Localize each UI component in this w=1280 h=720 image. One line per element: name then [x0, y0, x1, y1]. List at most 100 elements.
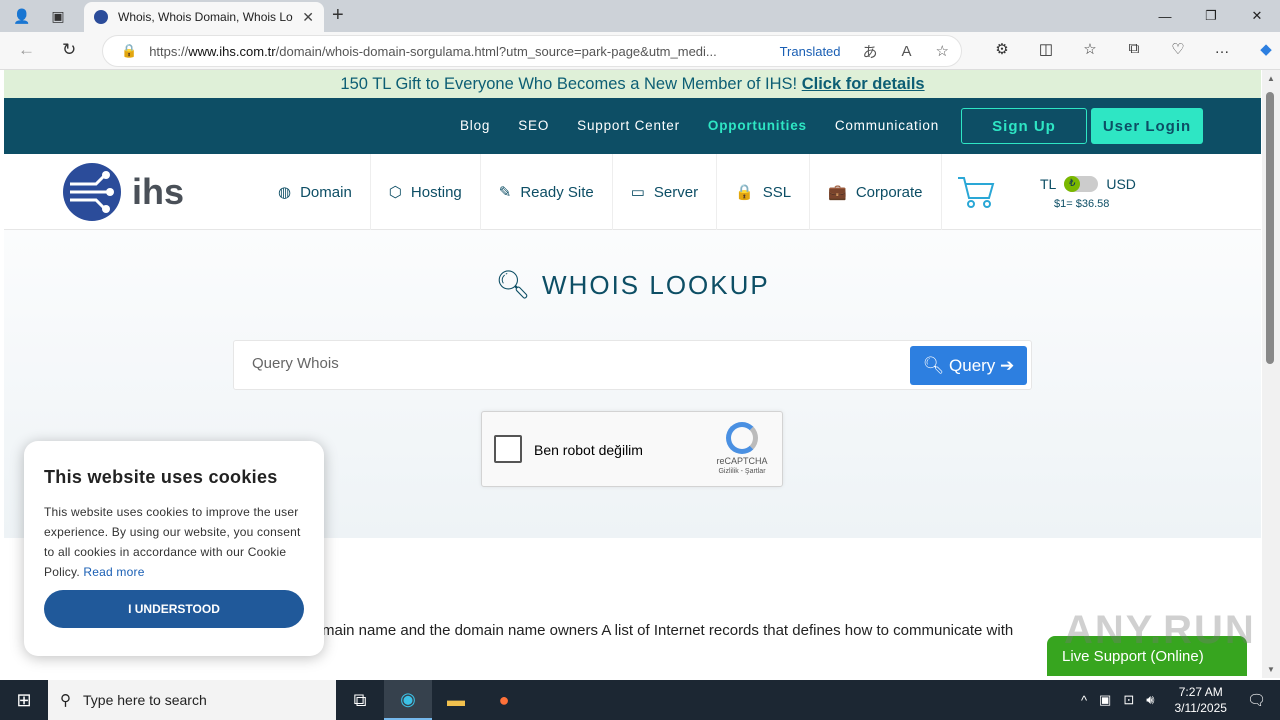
menu-hosting[interactable]: ⬡ Hosting: [371, 154, 481, 230]
promo-text: 150 TL Gift to Everyone Who Becomes a Ne…: [340, 75, 798, 93]
recaptcha-links[interactable]: Gizlilik - Şartlar: [712, 468, 772, 475]
page-title: 🔍︎ WHOIS LOOKUP: [495, 269, 770, 300]
recaptcha-label: Ben robot değilim: [534, 442, 643, 458]
task-view-icon[interactable]: ⧉: [336, 680, 384, 720]
taskbar-search-placeholder: Type here to search: [83, 692, 207, 708]
currency-switch[interactable]: TL USD $1= $36.58: [1040, 176, 1136, 210]
menu-ssl-label: SSL: [762, 183, 792, 201]
translated-label[interactable]: Translated: [780, 44, 841, 59]
collections-icon[interactable]: ⧉: [1112, 40, 1156, 58]
close-tab-icon[interactable]: ✕: [302, 9, 314, 26]
clock[interactable]: 7:27 AM 3/11/2025: [1174, 684, 1227, 716]
scroll-down-icon[interactable]: ▼: [1267, 665, 1275, 674]
windows-start-icon[interactable]: ⊞: [0, 680, 48, 720]
new-tab-icon[interactable]: +: [332, 4, 344, 27]
translate-icon[interactable]: あ: [863, 41, 878, 62]
browser-essentials-icon[interactable]: ♡: [1156, 40, 1200, 58]
sign-up-button[interactable]: Sign Up: [961, 108, 1087, 144]
read-aloud-icon[interactable]: A: [902, 43, 912, 60]
cube-icon: ⬡: [388, 184, 402, 201]
more-icon[interactable]: …: [1200, 40, 1244, 58]
favorites-icon[interactable]: ☆: [1068, 40, 1112, 58]
currency-tl: TL: [1040, 176, 1057, 192]
menu-ready-site-label: Ready Site: [520, 183, 594, 201]
system-tray: ^ ▣ ⊡ 🔊︎ 7:27 AM 3/11/2025 🗨︎: [1075, 680, 1280, 720]
recaptcha-checkbox[interactable]: [494, 435, 522, 463]
recaptcha-widget: Ben robot değilim reCAPTCHA Gizlilik - Ş…: [481, 411, 783, 487]
minimize-icon[interactable]: —: [1142, 0, 1188, 32]
padlock-icon: 🔒: [735, 184, 754, 201]
menu-hosting-label: Hosting: [410, 183, 462, 201]
watermark: ANY.RUN: [1064, 608, 1256, 652]
favicon-icon: [94, 10, 108, 24]
whois-query-input[interactable]: [252, 355, 852, 372]
nav-blog[interactable]: Blog: [460, 118, 490, 133]
magnifier-icon: 🔍︎: [922, 355, 950, 375]
search-icon: 🔍︎: [495, 269, 533, 300]
favorite-star-icon[interactable]: ☆: [936, 42, 949, 60]
restore-icon[interactable]: ❐: [1188, 0, 1234, 32]
menu-server[interactable]: ▭ Server: [613, 154, 718, 230]
recaptcha-brand: reCAPTCHA: [716, 456, 768, 466]
menu-domain[interactable]: ◍ Domain: [260, 154, 371, 230]
main-nav: ihs ◍ Domain ⬡ Hosting ✎ Ready Site ▭ Server…: [4, 154, 1261, 230]
edge-app-icon[interactable]: ◉: [384, 680, 432, 720]
taskbar-search[interactable]: ⚲ Type here to search: [48, 680, 336, 720]
close-window-icon[interactable]: ✕: [1234, 0, 1280, 32]
menu-corporate[interactable]: 💼 Corporate: [810, 154, 942, 230]
file-explorer-icon[interactable]: ▬: [432, 680, 480, 720]
tray-chevron-icon[interactable]: ^: [1081, 693, 1087, 708]
notifications-icon[interactable]: 🗨︎: [1247, 691, 1266, 709]
menu-server-label: Server: [653, 183, 699, 201]
browser-tab-strip: 👤 ▣ Whois, Whois Domain, Whois Lo ✕ + — …: [0, 0, 1280, 32]
taskbar-search-icon: ⚲: [60, 692, 71, 709]
read-more-link[interactable]: Read more: [83, 565, 144, 579]
nav-seo[interactable]: SEO: [518, 118, 549, 133]
url-field[interactable]: 🔒 https://www.ihs.com.tr/domain/whois-do…: [102, 35, 962, 67]
i-understood-button[interactable]: I UNDERSTOOD: [44, 590, 304, 628]
menu-ready-site[interactable]: ✎ Ready Site: [481, 154, 613, 230]
recaptcha-badge: reCAPTCHA Gizlilik - Şartlar: [712, 422, 772, 475]
browser-toolbar: ⚙ ◫ ☆ ⧉ ♡ … ◆: [980, 40, 1280, 58]
page-scrollbar[interactable]: ▲ ▼: [1262, 70, 1280, 678]
logo-wordmark: ihs: [132, 171, 185, 212]
nav-opportunities[interactable]: Opportunities: [708, 118, 807, 133]
briefcase-icon: 💼: [828, 184, 847, 201]
taskbar: ⊞ ⚲ Type here to search ⧉ ◉ ▬ ● ^ ▣ ⊡ 🔊︎…: [0, 680, 1280, 720]
scroll-up-icon[interactable]: ▲: [1267, 74, 1275, 83]
query-button-label: Query: [949, 355, 996, 375]
promo-link[interactable]: Click for details: [802, 75, 925, 93]
menu-corporate-label: Corporate: [855, 183, 923, 201]
recaptcha-logo-icon: [726, 422, 758, 454]
tray-device-icon[interactable]: ▣: [1099, 692, 1111, 708]
cookie-text: This website uses cookies to improve the…: [44, 505, 301, 579]
user-login-button[interactable]: User Login: [1091, 108, 1203, 144]
nav-communication[interactable]: Communication: [835, 118, 939, 133]
network-icon[interactable]: ⊡: [1123, 692, 1134, 708]
profile-icon[interactable]: 👤: [8, 2, 36, 30]
extensions-icon[interactable]: ⚙: [980, 40, 1024, 58]
top-nav: Blog SEO Support Center Opportunities Co…: [4, 98, 1261, 154]
browser-tab[interactable]: Whois, Whois Domain, Whois Lo ✕: [84, 2, 324, 32]
clock-time: 7:27 AM: [1178, 685, 1223, 699]
lock-icon: 🔒: [121, 43, 138, 58]
scroll-thumb[interactable]: [1266, 92, 1274, 364]
currency-toggle[interactable]: [1064, 176, 1099, 192]
address-bar-row: ← ↻ 🔒 https://www.ihs.com.tr/domain/whoi…: [0, 32, 1280, 70]
menu-domain-label: Domain: [300, 183, 352, 201]
cookie-title: This website uses cookies: [44, 467, 278, 487]
globe-icon: ◍: [278, 184, 292, 201]
cart-icon[interactable]: [956, 174, 996, 213]
volume-icon[interactable]: 🔊︎: [1146, 692, 1154, 708]
split-screen-icon[interactable]: ◫: [1024, 40, 1068, 58]
nav-support-center[interactable]: Support Center: [577, 118, 680, 133]
firefox-icon[interactable]: ●: [480, 680, 528, 720]
refresh-icon[interactable]: ↻: [62, 40, 76, 60]
tab-actions-icon[interactable]: ▣: [44, 2, 72, 30]
back-icon[interactable]: ←: [18, 40, 35, 60]
copilot-icon[interactable]: ◆: [1244, 40, 1280, 58]
ihs-logo[interactable]: ihs: [62, 162, 184, 222]
whois-search-box: 🔍︎ Query ➔: [233, 340, 1032, 390]
query-button[interactable]: 🔍︎ Query ➔: [910, 346, 1027, 385]
menu-ssl[interactable]: 🔒 SSL: [717, 154, 811, 230]
